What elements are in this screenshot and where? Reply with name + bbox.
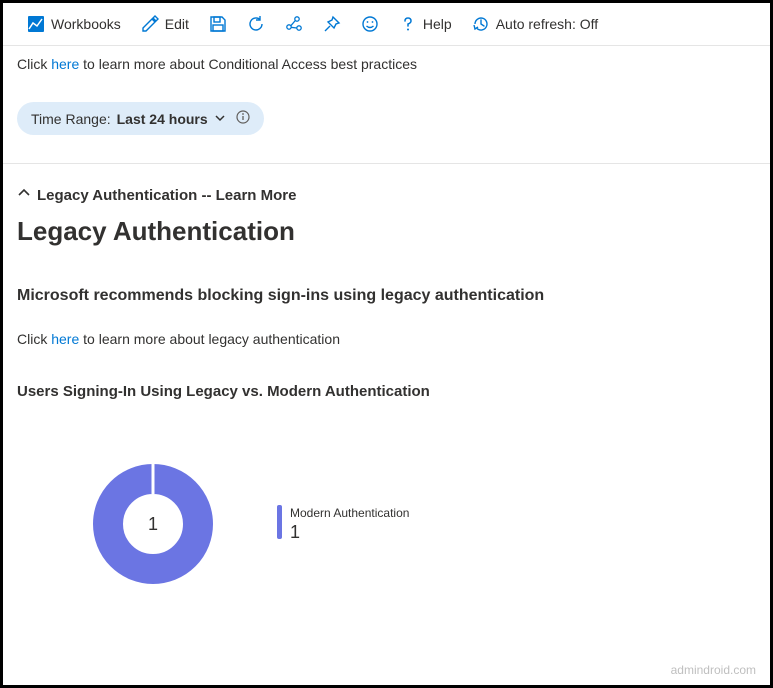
refresh-button[interactable] xyxy=(241,13,271,35)
conditional-access-link[interactable]: here xyxy=(51,56,79,72)
share-icon xyxy=(285,15,303,33)
edit-button[interactable]: Edit xyxy=(135,13,195,35)
watermark: admindroid.com xyxy=(671,663,756,677)
chart-legend: Modern Authentication 1 xyxy=(277,505,409,544)
help-label: Help xyxy=(423,16,452,32)
chart-row: 1 Modern Authentication 1 xyxy=(93,464,756,584)
share-button[interactable] xyxy=(279,13,309,35)
body-post: to learn more about legacy authenticatio… xyxy=(79,331,340,347)
edit-label: Edit xyxy=(165,16,189,32)
save-button[interactable] xyxy=(203,13,233,35)
help-icon xyxy=(399,15,417,33)
clock-refresh-icon xyxy=(472,15,490,33)
info-pre: Click xyxy=(17,56,51,72)
donut-center-value: 1 xyxy=(93,464,213,584)
workbooks-label: Workbooks xyxy=(51,16,121,32)
legacy-auth-link[interactable]: here xyxy=(51,331,79,347)
time-range-value: Last 24 hours xyxy=(117,111,208,127)
section-title: Legacy Authentication xyxy=(17,216,756,247)
info-icon[interactable] xyxy=(236,110,250,127)
section-subtitle: Microsoft recommends blocking sign-ins u… xyxy=(17,287,756,305)
smile-icon xyxy=(361,15,379,33)
pin-icon xyxy=(323,15,341,33)
auto-refresh-label: Auto refresh: Off xyxy=(496,16,598,32)
body-pre: Click xyxy=(17,331,51,347)
section-expander[interactable]: Legacy Authentication -- Learn More xyxy=(17,186,756,204)
chevron-up-icon xyxy=(17,186,31,204)
auto-refresh-button[interactable]: Auto refresh: Off xyxy=(466,13,604,35)
help-button[interactable]: Help xyxy=(393,13,458,35)
legend-swatch xyxy=(277,505,282,539)
refresh-icon xyxy=(247,15,265,33)
pin-button[interactable] xyxy=(317,13,347,35)
legend-series-value: 1 xyxy=(290,522,409,543)
save-icon xyxy=(209,15,227,33)
workbooks-icon xyxy=(27,15,45,33)
expander-label: Legacy Authentication -- Learn More xyxy=(37,187,296,204)
time-range-dropdown[interactable]: Time Range: Last 24 hours xyxy=(17,102,264,135)
workbooks-button[interactable]: Workbooks xyxy=(21,13,127,35)
chevron-down-icon xyxy=(214,111,226,127)
chart-title: Users Signing-In Using Legacy vs. Modern… xyxy=(17,383,756,400)
pencil-icon xyxy=(141,15,159,33)
legacy-auth-section: Legacy Authentication -- Learn More Lega… xyxy=(3,164,770,584)
conditional-access-info: Click here to learn more about Condition… xyxy=(3,46,770,76)
legend-entry[interactable]: Modern Authentication 1 xyxy=(290,505,409,544)
feedback-button[interactable] xyxy=(355,13,385,35)
time-range-label: Time Range: xyxy=(31,111,111,127)
info-post: to learn more about Conditional Access b… xyxy=(79,56,417,72)
legend-series-name: Modern Authentication xyxy=(290,505,409,522)
donut-chart[interactable]: 1 xyxy=(93,464,213,584)
legacy-auth-info: Click here to learn more about legacy au… xyxy=(17,331,756,347)
toolbar: Workbooks Edit Help xyxy=(3,3,770,46)
